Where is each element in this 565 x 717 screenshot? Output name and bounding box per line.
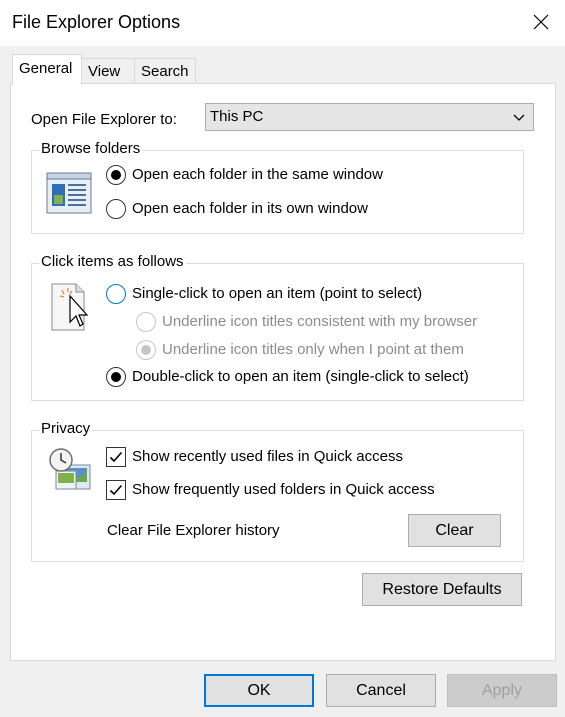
radio-own-window-label: Open each folder in its own window xyxy=(132,200,368,217)
browse-folders-legend: Browse folders xyxy=(39,140,143,157)
radio-underline-point-label: Underline icon titles only when I point … xyxy=(162,341,464,358)
click-items-group: Click items as follows Single-click to o… xyxy=(31,253,524,401)
radio-button[interactable] xyxy=(136,312,156,332)
folder-window-icon xyxy=(46,171,92,219)
close-icon xyxy=(533,14,549,30)
tab-search[interactable]: Search xyxy=(134,58,196,84)
open-to-dropdown[interactable]: This PC xyxy=(205,103,534,131)
privacy-group: Privacy Show recently used files in Quic… xyxy=(31,420,524,562)
clear-history-label: Clear File Explorer history xyxy=(107,522,280,539)
radio-button[interactable] xyxy=(106,199,126,219)
restore-defaults-button[interactable]: Restore Defaults xyxy=(362,573,522,606)
click-items-legend: Click items as follows xyxy=(39,253,186,270)
radio-button[interactable] xyxy=(106,284,126,304)
clear-button[interactable]: Clear xyxy=(408,514,501,547)
radio-same-window-label: Open each folder in the same window xyxy=(132,166,383,183)
radio-double-click-label: Double-click to open an item (single-cli… xyxy=(132,368,469,385)
radio-underline-browser-label: Underline icon titles consistent with my… xyxy=(162,313,478,330)
open-to-label: Open File Explorer to: xyxy=(31,111,177,128)
tab-strip: General View Search xyxy=(0,54,565,85)
checkmark-icon xyxy=(109,451,123,463)
clock-pictures-icon xyxy=(48,447,94,497)
checkbox[interactable] xyxy=(106,447,126,467)
cancel-button[interactable]: Cancel xyxy=(326,674,436,707)
window-title: File Explorer Options xyxy=(12,12,181,32)
title-bar: File Explorer Options xyxy=(0,0,565,46)
tab-general[interactable]: General xyxy=(12,54,82,85)
pointer-click-icon xyxy=(50,282,90,336)
tab-view[interactable]: View xyxy=(81,58,135,84)
browse-folders-group: Browse folders Open each folder in the s… xyxy=(31,140,524,234)
checkmark-icon xyxy=(109,484,123,496)
privacy-legend: Privacy xyxy=(39,420,93,437)
ok-button[interactable]: OK xyxy=(204,674,314,707)
checkbox-frequent-folders-label: Show frequently used folders in Quick ac… xyxy=(132,481,435,498)
radio-button[interactable] xyxy=(136,340,156,360)
open-to-value: This PC xyxy=(210,108,264,125)
radio-single-click-label: Single-click to open an item (point to s… xyxy=(132,285,423,302)
general-panel: Open File Explorer to: This PC Browse fo… xyxy=(10,83,556,661)
close-button[interactable] xyxy=(519,0,565,46)
checkbox[interactable] xyxy=(106,480,126,500)
checkbox-recent-files-label: Show recently used files in Quick access xyxy=(132,448,403,465)
radio-button[interactable] xyxy=(106,165,126,185)
chevron-down-icon xyxy=(513,114,525,121)
apply-button[interactable]: Apply xyxy=(447,674,557,707)
radio-button[interactable] xyxy=(106,367,126,387)
